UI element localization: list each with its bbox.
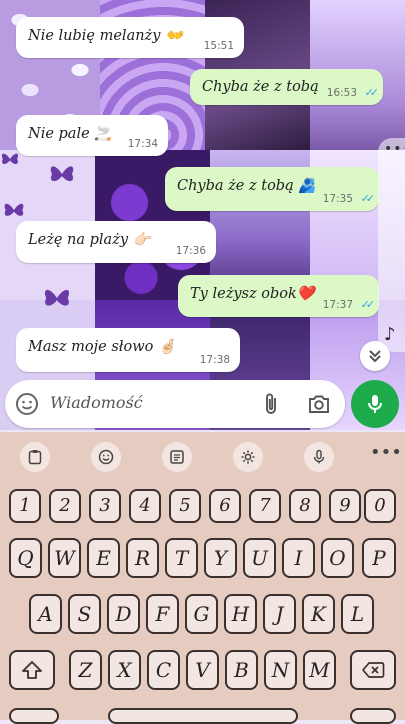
- message-time: 15:51: [203, 40, 234, 52]
- butterfly-icon: [4, 203, 24, 216]
- microphone-icon: [313, 449, 325, 464]
- key-0[interactable]: 0: [364, 489, 396, 523]
- clipboard-icon: [28, 450, 42, 465]
- message-outgoing[interactable]: Chyba że z tobą 🫂 17:35 ✓✓: [165, 167, 379, 211]
- message-text: Masz moje słowo 🤞🏻: [28, 339, 177, 355]
- key-6[interactable]: 6: [209, 489, 241, 523]
- space-key[interactable]: [108, 708, 298, 724]
- key-a[interactable]: A: [29, 594, 62, 634]
- key-x[interactable]: X: [108, 650, 141, 690]
- message-input-bar[interactable]: Wiadomość: [5, 380, 345, 428]
- key-o[interactable]: O: [321, 538, 354, 578]
- key-g[interactable]: G: [185, 594, 218, 634]
- key-t[interactable]: T: [165, 538, 198, 578]
- camera-icon[interactable]: [307, 392, 331, 416]
- music-note-icon[interactable]: ♪: [384, 324, 396, 345]
- emoji-icon[interactable]: [15, 392, 39, 416]
- shift-icon: [22, 661, 42, 679]
- key-m[interactable]: M: [303, 650, 336, 690]
- key-u[interactable]: U: [243, 538, 276, 578]
- key-p[interactable]: P: [362, 538, 396, 578]
- key-1[interactable]: 1: [9, 489, 41, 523]
- keyboard: ••• 1 2 3 4 5 6 7 8 9 0 Q W E R T Y U I …: [0, 432, 405, 724]
- shift-key[interactable]: [9, 650, 55, 690]
- key-l[interactable]: L: [341, 594, 374, 634]
- key-q[interactable]: Q: [9, 538, 42, 578]
- butterfly-icon: [50, 166, 74, 182]
- key-j[interactable]: J: [263, 594, 296, 634]
- key-8[interactable]: 8: [289, 489, 321, 523]
- key-b[interactable]: B: [225, 650, 258, 690]
- paperclip-icon[interactable]: [261, 392, 281, 416]
- message-outgoing[interactable]: Ty leżysz obok❤️ 17:37 ✓✓: [178, 275, 379, 317]
- message-incoming[interactable]: Nie pale 🚬 17:34: [16, 115, 168, 156]
- key-e[interactable]: E: [87, 538, 120, 578]
- read-ticks-icon: ✓✓: [360, 298, 376, 311]
- gear-icon: [241, 450, 255, 464]
- message-input-placeholder[interactable]: Wiadomość: [50, 393, 143, 412]
- sticker-button[interactable]: [162, 442, 192, 472]
- butterfly-icon: [1, 153, 19, 165]
- floating-side-panel[interactable]: [378, 138, 405, 352]
- key-z[interactable]: Z: [69, 650, 102, 690]
- voice-input-button[interactable]: [304, 442, 334, 472]
- key-c[interactable]: C: [147, 650, 180, 690]
- keyboard-settings-button[interactable]: [233, 442, 263, 472]
- message-time: 17:35: [322, 193, 353, 205]
- symbols-key[interactable]: [9, 708, 59, 724]
- butterfly-icon: [44, 289, 70, 306]
- message-text: Chyba że z tobą 🫂: [177, 178, 317, 194]
- message-time: 16:53: [326, 87, 357, 99]
- message-text: Nie lubię melanży 👐: [28, 28, 184, 44]
- keyboard-toolbar: •••: [0, 432, 405, 480]
- scroll-down-button[interactable]: [360, 341, 390, 371]
- key-i[interactable]: I: [282, 538, 315, 578]
- message-text: Nie pale 🚬: [28, 126, 113, 142]
- more-dots-icon[interactable]: •••: [384, 141, 405, 157]
- key-h[interactable]: H: [224, 594, 257, 634]
- message-incoming[interactable]: Masz moje słowo 🤞🏻 17:38: [16, 328, 240, 372]
- key-n[interactable]: N: [264, 650, 297, 690]
- key-w[interactable]: W: [48, 538, 81, 578]
- key-v[interactable]: V: [186, 650, 219, 690]
- emoji-keyboard-button[interactable]: [91, 442, 121, 472]
- backspace-key[interactable]: [350, 650, 396, 690]
- message-time: 17:36: [175, 245, 206, 257]
- read-ticks-icon: ✓✓: [360, 192, 376, 205]
- microphone-icon: [368, 395, 382, 413]
- chevron-double-down-icon: [369, 350, 381, 363]
- message-time: 17:38: [199, 354, 230, 366]
- message-text: Leżę na plaży 👉🏻: [28, 232, 151, 248]
- more-dots-icon[interactable]: •••: [370, 442, 402, 463]
- message-incoming[interactable]: Nie lubię melanży 👐 15:51: [16, 17, 244, 58]
- key-2[interactable]: 2: [49, 489, 81, 523]
- key-k[interactable]: K: [302, 594, 335, 634]
- message-incoming[interactable]: Leżę na plaży 👉🏻 17:36: [16, 221, 216, 263]
- message-outgoing[interactable]: Chyba że z tobą 16:53 ✓✓: [190, 69, 383, 105]
- key-5[interactable]: 5: [169, 489, 201, 523]
- key-3[interactable]: 3: [89, 489, 121, 523]
- message-time: 17:37: [322, 299, 353, 311]
- message-time: 17:34: [127, 138, 158, 150]
- key-9[interactable]: 9: [329, 489, 361, 523]
- enter-key[interactable]: [350, 708, 396, 724]
- key-4[interactable]: 4: [129, 489, 161, 523]
- key-y[interactable]: Y: [204, 538, 237, 578]
- read-ticks-icon: ✓✓: [364, 86, 380, 99]
- key-r[interactable]: R: [126, 538, 159, 578]
- key-d[interactable]: D: [107, 594, 140, 634]
- voice-message-button[interactable]: [351, 380, 399, 428]
- message-text: Chyba że z tobą: [202, 79, 319, 95]
- key-s[interactable]: S: [68, 594, 101, 634]
- clipboard-button[interactable]: [20, 442, 50, 472]
- message-text: Ty leżysz obok❤️: [190, 286, 315, 302]
- smiley-icon: [98, 449, 114, 465]
- key-7[interactable]: 7: [249, 489, 281, 523]
- sticker-icon: [170, 450, 184, 464]
- key-f[interactable]: F: [146, 594, 179, 634]
- backspace-icon: [362, 662, 385, 678]
